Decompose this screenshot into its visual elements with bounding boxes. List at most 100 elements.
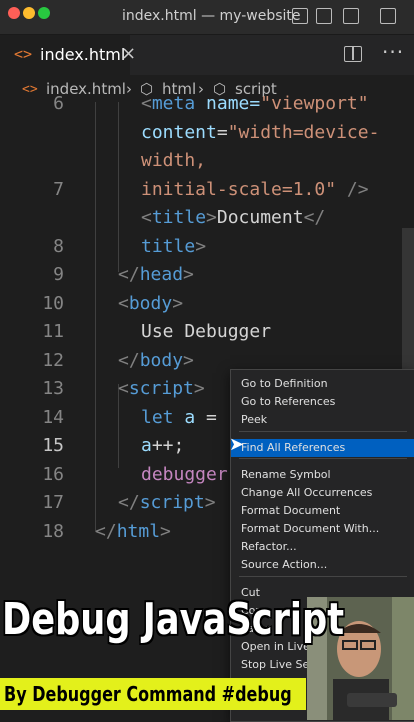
- line-number: 17: [42, 492, 64, 513]
- close-window-button[interactable]: [8, 7, 20, 19]
- menu-item-label: Rename Symbol: [241, 468, 331, 481]
- menu-item[interactable]: Go to Definition: [231, 375, 414, 393]
- menu-item-label: Go to References: [241, 395, 336, 408]
- title-bar: index.html — my-website: [0, 0, 414, 35]
- code-token: "viewport": [260, 93, 369, 114]
- menu-item-label: Peek: [241, 413, 268, 426]
- code-token: >: [195, 235, 207, 257]
- mouse-pointer-icon: ➤: [229, 434, 245, 455]
- line-number: 18: [42, 520, 64, 542]
- line-number: 7: [53, 178, 64, 200]
- indent-guide: [95, 102, 96, 532]
- toggle-panel-icon[interactable]: [316, 8, 332, 24]
- menu-item[interactable]: Format Document: [231, 502, 414, 520]
- code-line: <meta name="viewport": [141, 90, 369, 118]
- menu-separator: [239, 431, 407, 432]
- more-actions-icon[interactable]: ···: [382, 40, 404, 64]
- menu-item[interactable]: Go to References: [231, 393, 414, 411]
- tab-label: index.html: [40, 45, 126, 64]
- split-editor-icon[interactable]: [344, 46, 362, 62]
- code-token: </: [118, 264, 140, 285]
- code-line: debugger: [141, 461, 228, 489]
- code-token: a: [141, 435, 152, 456]
- code-token: </: [118, 349, 140, 371]
- code-token: />: [336, 178, 369, 200]
- line-number: 12: [42, 349, 64, 371]
- code-line: </script>: [118, 489, 216, 517]
- menu-item[interactable]: Refactor...: [231, 538, 414, 556]
- subtitle-banner: By Debugger Command #debug: [0, 678, 306, 710]
- code-token: ++;: [151, 435, 185, 456]
- code-token: </: [118, 492, 140, 513]
- line-number: 9: [53, 264, 64, 285]
- code-token: >: [183, 264, 194, 285]
- line-number: 14: [42, 406, 64, 428]
- code-token: content: [141, 121, 217, 143]
- code-token: >: [172, 292, 184, 314]
- code-line: <title>Document</: [141, 204, 325, 232]
- code-token: title: [141, 235, 196, 257]
- menu-item-label: Change All Occurrences: [241, 486, 373, 499]
- menu-item[interactable]: Format Document With...: [231, 520, 414, 538]
- code-token: </: [303, 207, 326, 228]
- code-token: script: [128, 378, 194, 399]
- code-line: </head>: [118, 261, 194, 289]
- code-token: <: [141, 207, 152, 228]
- code-token: name=: [195, 93, 261, 114]
- code-line: content="width=device-: [141, 119, 379, 147]
- line-number: 6: [53, 93, 64, 114]
- menu-item[interactable]: Source Action...: [231, 556, 414, 574]
- code-token: >: [193, 378, 205, 399]
- code-line: width,: [141, 147, 206, 175]
- menu-item-label: Format Document: [241, 504, 341, 517]
- line-number: 8: [53, 235, 64, 257]
- code-line: let a =: [141, 404, 217, 432]
- maximize-window-button[interactable]: [38, 7, 50, 19]
- close-tab-icon[interactable]: ×: [121, 43, 136, 64]
- tab-index-html[interactable]: <> index.html ×: [0, 35, 136, 75]
- toggle-sidebar-icon[interactable]: [292, 8, 308, 24]
- code-token: >: [204, 492, 216, 513]
- code-line: initial-scale=1.0" />: [141, 176, 369, 204]
- code-line: </body>: [118, 347, 194, 375]
- code-line: <body>: [118, 290, 183, 318]
- subtitle-text: By Debugger Command #debug: [4, 682, 292, 706]
- indent-guide: [118, 102, 119, 272]
- line-number: 13: [42, 378, 64, 399]
- code-token: meta: [151, 93, 196, 114]
- code-token: width,: [141, 150, 207, 171]
- video-title-overlay: Debug JavaScript: [0, 594, 344, 666]
- line-number: 11: [42, 321, 64, 342]
- code-token: >: [183, 349, 194, 371]
- menu-item[interactable]: Find All References: [231, 439, 414, 457]
- code-line: Use Debugger: [141, 318, 271, 346]
- menu-item[interactable]: Change All Occurrences: [231, 484, 414, 502]
- code-token: script: [139, 492, 205, 513]
- code-line: title>: [141, 233, 206, 261]
- code-token: >: [206, 207, 217, 228]
- menu-item-label: Find All References: [241, 441, 346, 454]
- code-token: body: [128, 292, 173, 314]
- minimize-window-button[interactable]: [23, 7, 35, 19]
- code-line: a++;: [141, 432, 184, 460]
- code-token: "width=device-: [227, 121, 380, 143]
- menu-separator: [239, 576, 407, 577]
- menu-item[interactable]: Rename Symbol: [231, 466, 414, 484]
- toggle-secondary-sidebar-icon[interactable]: [343, 8, 359, 24]
- menu-separator: [239, 458, 407, 459]
- html-file-icon: <>: [14, 45, 33, 63]
- code-token: <: [118, 292, 129, 314]
- breadcrumb-separator: ›: [126, 80, 132, 98]
- code-token: =: [216, 121, 228, 143]
- menu-item-label: Refactor...: [241, 540, 297, 553]
- code-token: >: [160, 520, 171, 542]
- line-number: 15: [42, 435, 64, 456]
- code-token: a: [173, 406, 196, 428]
- menu-item[interactable]: Peek: [231, 411, 414, 429]
- customize-layout-icon[interactable]: [380, 8, 396, 24]
- code-token: body: [139, 349, 184, 371]
- window-title: index.html — my-website: [122, 8, 301, 24]
- code-token: initial-scale=1.0": [141, 178, 337, 200]
- code-token: debugger: [141, 463, 228, 485]
- code-token: let: [141, 406, 174, 428]
